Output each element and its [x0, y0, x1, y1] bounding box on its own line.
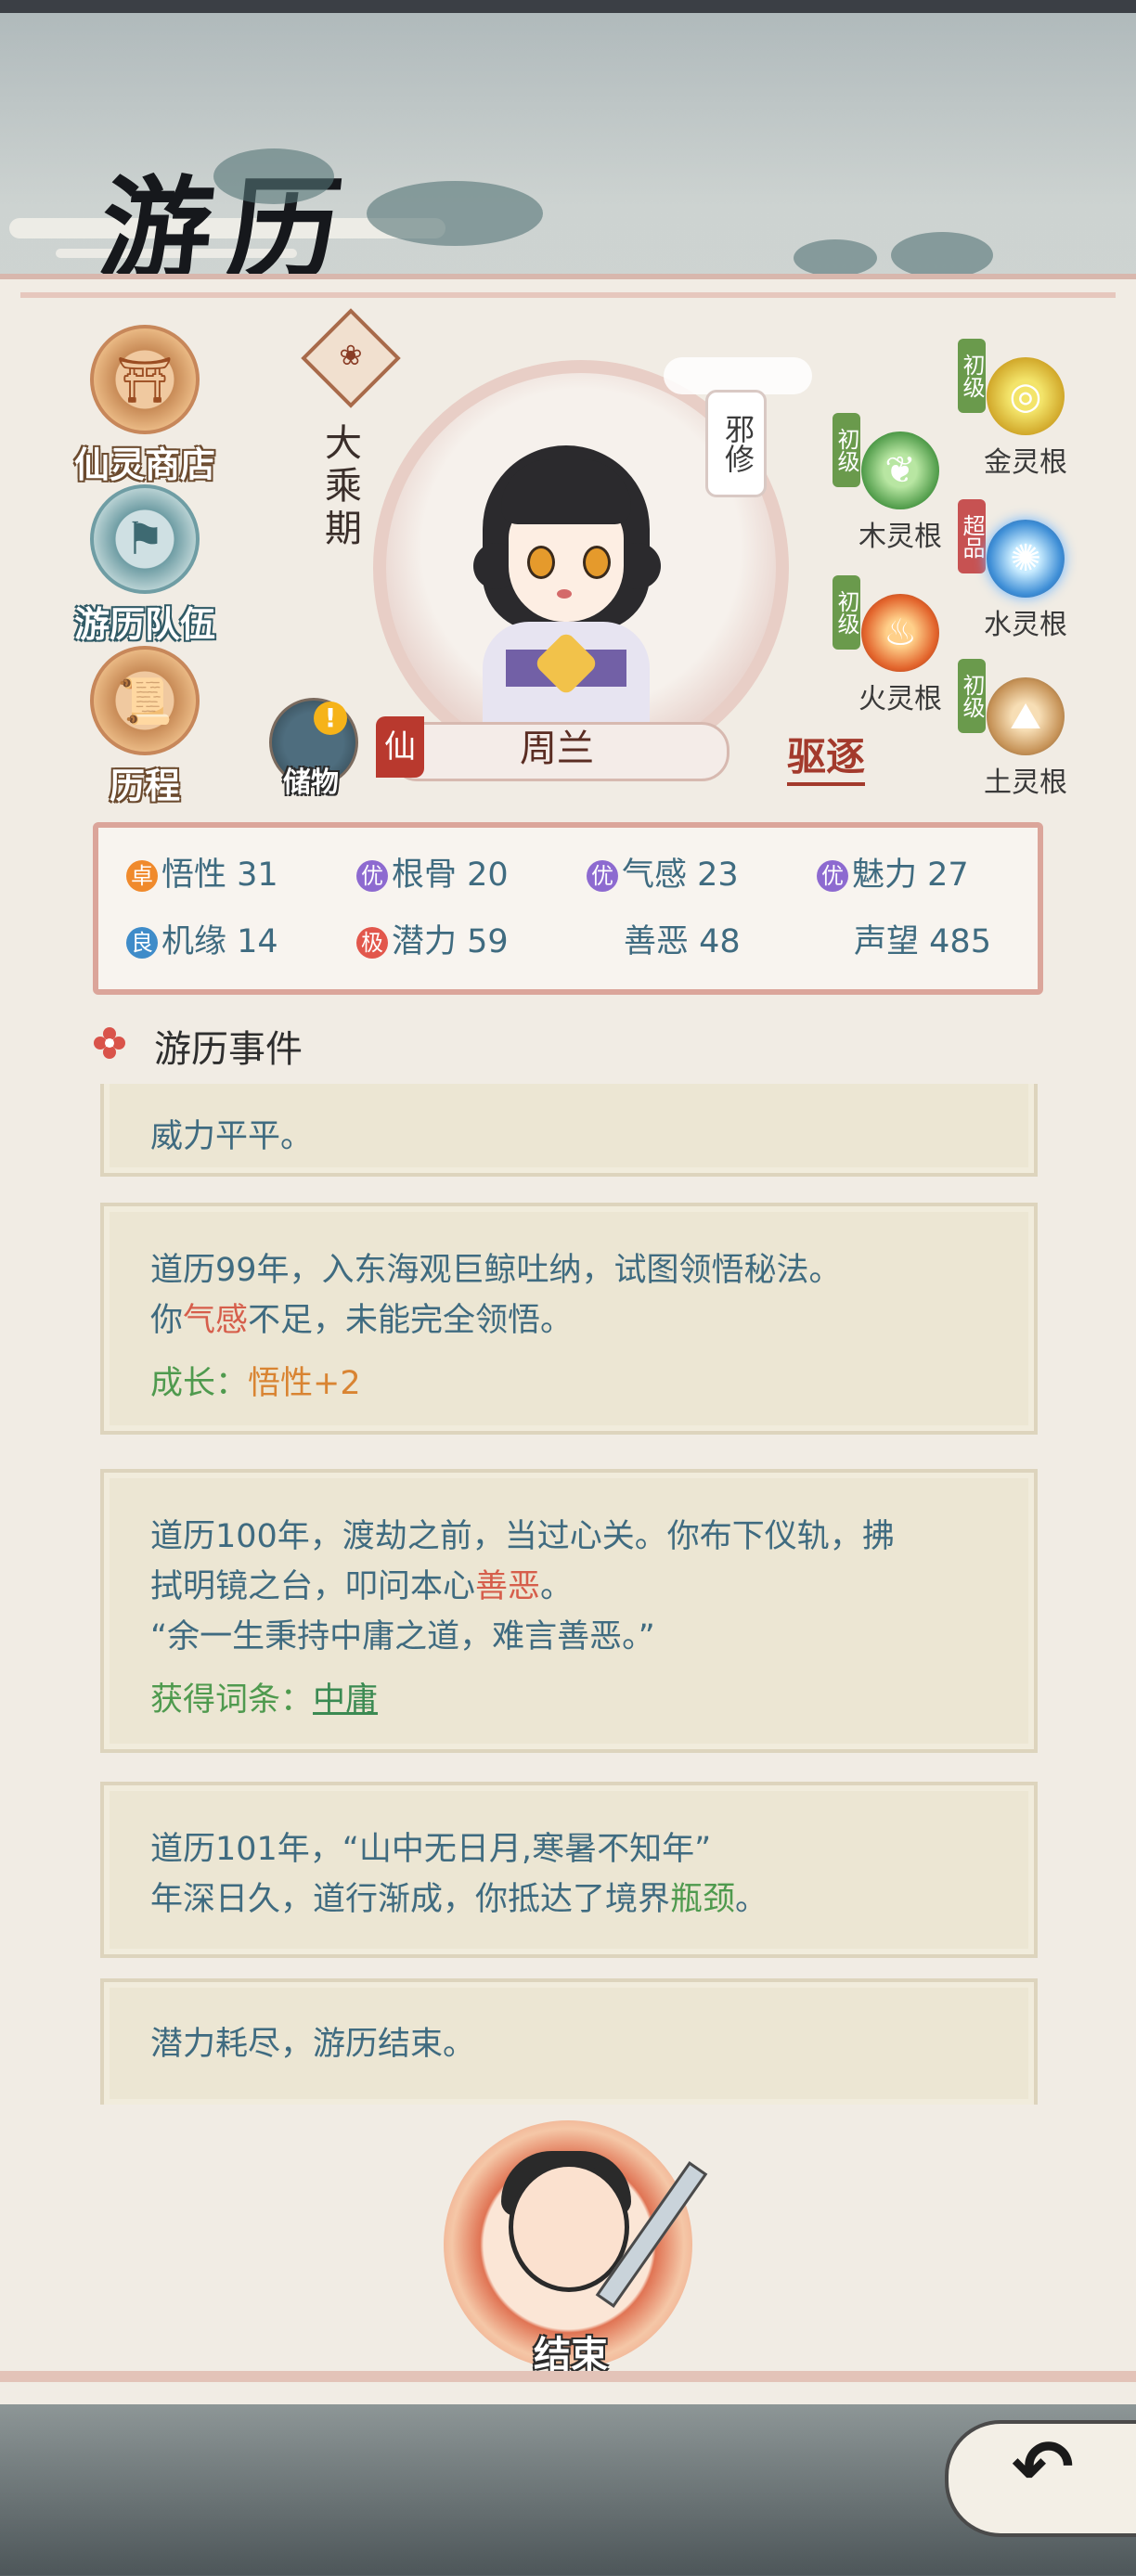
panel-border: [20, 292, 1116, 298]
pine-cloud-decoration: [891, 232, 993, 278]
stat-qi-sense: 优气感 23: [587, 848, 739, 895]
menu-label: 历程: [109, 766, 180, 806]
event-text: 潜力耗尽，游历结束。: [150, 2026, 476, 2063]
event-card: 潜力耗尽，游历结束。: [100, 1978, 1038, 2105]
root-label: 金灵根: [984, 446, 1067, 479]
character-eye: [583, 546, 611, 579]
immortal-badge: 仙: [376, 716, 424, 778]
stat-label: 悟性: [161, 857, 227, 894]
event-text: 拭明镜之台，叩问本心善恶。: [150, 1568, 574, 1605]
event-card: 道历101年，“山中无日月,寒暑不知年” 年深日久，道行渐成，你抵达了境界瓶颈。: [100, 1782, 1038, 1958]
stat-value: 14: [237, 923, 278, 960]
root-label: 水灵根: [984, 609, 1067, 641]
root-label: 土灵根: [984, 766, 1067, 799]
events-header: 游历事件: [154, 1028, 303, 1071]
growth-text: 成长：悟性+2: [150, 1365, 361, 1402]
stat-label: 声望: [854, 923, 920, 960]
sect-tag: 邪修: [705, 390, 767, 497]
stat-label: 善恶: [624, 923, 690, 960]
cultivation-realm: 大乘期: [325, 422, 362, 550]
grade-badge: 卓: [126, 860, 158, 892]
stat-label: 气感: [622, 857, 688, 894]
stat-value: 31: [237, 857, 278, 894]
fire-root-icon: ♨: [861, 594, 939, 672]
character-eye: [527, 546, 555, 579]
stat-morality: 善恶 48: [624, 915, 741, 962]
cloud-decoration: [664, 357, 812, 394]
stat-physique: 优根骨 20: [356, 848, 509, 895]
menu-item-shop[interactable]: ⛩ 仙灵商店: [52, 325, 238, 487]
stat-value: 20: [467, 857, 509, 894]
spirit-root-fire[interactable]: ♨ 火灵根: [840, 594, 961, 716]
expel-button[interactable]: 驱逐: [787, 726, 866, 786]
grade-badge: 极: [356, 927, 388, 959]
pine-cloud-decoration: [367, 181, 543, 246]
alert-icon: !: [314, 702, 347, 735]
menu-label: 游历队伍: [73, 604, 215, 645]
event-text: 道历101年，“山中无日月,寒暑不知年”: [150, 1831, 712, 1868]
gold-root-icon: ◎: [987, 357, 1065, 435]
stat-label: 潜力: [392, 923, 458, 960]
menu-item-history[interactable]: 📜 历程: [52, 646, 238, 808]
reward-text: 获得词条：中庸: [150, 1681, 379, 1719]
back-arrow-icon[interactable]: ↶: [1012, 2424, 1074, 2510]
stat-charm: 优魅力 27: [817, 848, 969, 895]
root-label: 木灵根: [858, 521, 942, 553]
shop-icon: ⛩: [90, 325, 200, 434]
stat-fortune: 良机缘 14: [126, 915, 278, 962]
panel-bottom-border: [0, 2371, 1136, 2382]
grade-badge: 良: [126, 927, 158, 959]
menu-label: 仙灵商店: [73, 444, 215, 485]
stat-reputation: 声望 485: [854, 915, 991, 962]
character-mouth: [557, 589, 572, 599]
event-text: 年深日久，道行渐成，你抵达了境界瓶颈。: [150, 1881, 768, 1918]
spirit-root-wood[interactable]: ❦ 木灵根: [840, 431, 961, 554]
event-card: 威力平平。: [100, 1084, 1038, 1177]
stat-label: 机缘: [161, 923, 227, 960]
stat-value: 48: [699, 923, 741, 960]
grade-badge: 优: [817, 860, 848, 892]
stat-value: 27: [927, 857, 969, 894]
rank-emblem-icon: ❀: [339, 340, 363, 372]
scroll-icon: 📜: [90, 646, 200, 755]
stat-value: 485: [929, 923, 991, 960]
pine-cloud-decoration: [213, 148, 334, 204]
grade-badge: 优: [356, 860, 388, 892]
character-bangs: [501, 459, 631, 524]
event-card: 道历99年，入东海观巨鲸吐纳，试图领悟秘法。 你气感不足，未能完全领悟。 成长：…: [100, 1203, 1038, 1435]
wood-root-icon: ❦: [861, 431, 939, 509]
event-text: 你气感不足，未能完全领悟。: [150, 1302, 574, 1339]
spirit-root-water[interactable]: ✺ 水灵根: [965, 520, 1086, 642]
stat-potential: 极潜力 59: [356, 915, 509, 962]
water-root-icon: ✺: [987, 520, 1065, 598]
event-text: 道历99年，入东海观巨鲸吐纳，试图领悟秘法。: [150, 1252, 842, 1289]
trait-link[interactable]: 中庸: [313, 1681, 378, 1719]
event-log[interactable]: 威力平平。 道历99年，入东海观巨鲸吐纳，试图领悟秘法。 你气感不足，未能完全领…: [100, 1084, 1039, 2105]
grade-badge: 优: [587, 860, 618, 892]
storage-label: 储物: [283, 766, 339, 799]
spirit-root-gold[interactable]: ◎ 金灵根: [965, 357, 1086, 480]
stat-label: 魅力: [852, 857, 918, 894]
top-status-strip: [0, 0, 1136, 13]
stat-comprehension: 卓悟性 31: [126, 848, 278, 895]
root-label: 火灵根: [858, 683, 942, 715]
stat-label: 根骨: [392, 857, 458, 894]
event-text: 道历100年，渡劫之前，当过心关。你布下仪轨，拂: [150, 1518, 895, 1555]
pine-cloud-decoration: [794, 239, 877, 277]
stat-value: 23: [697, 857, 739, 894]
attribute-panel: 卓悟性 31 优根骨 20 优气感 23 优魅力 27 良机缘 14 极潜力 5…: [93, 822, 1043, 995]
team-flag-icon: ⚑: [90, 484, 200, 594]
stat-value: 59: [467, 923, 509, 960]
event-card: 道历100年，渡劫之前，当过心关。你布下仪轨，拂 拭明镜之台，叩问本心善恶。 “…: [100, 1469, 1038, 1753]
event-text: 威力平平。: [150, 1118, 314, 1155]
menu-item-team[interactable]: ⚑ 游历队伍: [52, 484, 238, 647]
character-name[interactable]: 周兰: [390, 722, 724, 776]
event-text: “余一生秉持中庸之道，难言善恶。”: [150, 1618, 655, 1655]
spirit-root-earth[interactable]: ⛰ 土灵根: [965, 677, 1086, 800]
earth-root-icon: ⛰: [987, 677, 1065, 755]
